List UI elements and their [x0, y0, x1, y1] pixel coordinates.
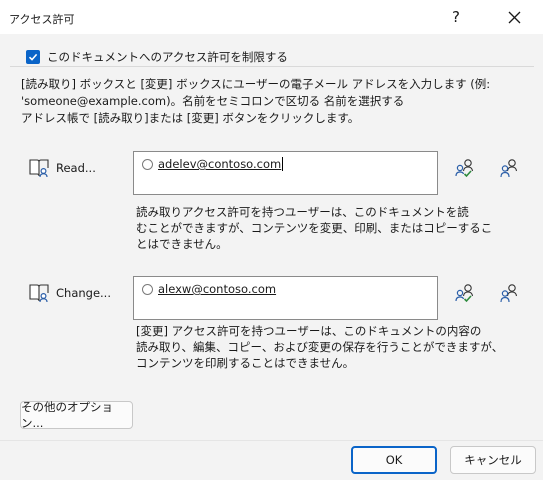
- read-description-line: 読み取りアクセス許可を持つユーザーは、このドキュメントを読: [136, 205, 469, 219]
- change-user-entry[interactable]: alexw@contoso.com: [142, 282, 276, 296]
- ok-button[interactable]: OK: [351, 446, 437, 474]
- change-check-names-button[interactable]: [454, 282, 476, 304]
- user-status-icon: [142, 158, 153, 170]
- users-icon: [500, 284, 518, 303]
- instructions-line: [読み取り] ボックスと [変更] ボックスにユーザーの電子メール アドレスを入…: [21, 77, 491, 91]
- read-button-label: Read...: [56, 161, 96, 175]
- separator: [10, 66, 534, 67]
- restrict-permission-option[interactable]: このドキュメントへのアクセス許可を制限する: [26, 49, 288, 65]
- help-button[interactable]: ?: [441, 4, 471, 30]
- change-description-line: [変更] アクセス許可を持つユーザーは、このドキュメントの内容の: [136, 324, 482, 338]
- close-button[interactable]: [497, 4, 531, 30]
- change-button[interactable]: Change...: [28, 282, 111, 304]
- change-user-email[interactable]: alexw@contoso.com: [158, 282, 276, 296]
- read-user-email[interactable]: adelev@contoso.com: [158, 157, 281, 171]
- read-users-field[interactable]: adelev@contoso.com: [133, 151, 438, 195]
- instructions-line: 'someone@example.com)。名前をセミコロンで区切る 名前を選択…: [21, 94, 405, 108]
- read-button[interactable]: Read...: [28, 157, 96, 179]
- change-button-label: Change...: [56, 286, 111, 300]
- help-icon: ?: [452, 8, 460, 26]
- change-description-line: コンテンツを印刷することはできません。: [136, 356, 355, 370]
- address-book-icon: [29, 159, 49, 178]
- check-names-icon: [455, 159, 474, 178]
- close-icon: [508, 11, 520, 23]
- cancel-button[interactable]: キャンセル: [450, 446, 536, 474]
- check-names-icon: [455, 284, 474, 303]
- change-description-line: 読み取り、編集、コピー、および変更の保存を行うことができますが、: [136, 340, 504, 354]
- change-description: [変更] アクセス許可を持つユーザーは、このドキュメントの内容の 読み取り、編集…: [136, 323, 504, 371]
- user-status-icon: [142, 283, 153, 295]
- users-icon: [500, 159, 518, 178]
- change-address-book-button[interactable]: [498, 282, 520, 304]
- more-options-button[interactable]: その他のオプション...: [20, 400, 133, 430]
- read-user-entry[interactable]: adelev@contoso.com: [142, 157, 284, 171]
- restrict-permission-checkbox[interactable]: [26, 50, 40, 64]
- checkmark-icon: [28, 53, 38, 61]
- read-description-line: むことができますが、コンテンツを変更、印刷、またはコピーするこ: [136, 221, 493, 235]
- restrict-permission-label[interactable]: このドキュメントへのアクセス許可を制限する: [47, 49, 288, 65]
- address-book-icon: [29, 284, 49, 303]
- change-users-field[interactable]: alexw@contoso.com: [133, 276, 438, 320]
- read-address-book-button[interactable]: [498, 157, 520, 179]
- read-description-line: とはできません。: [136, 237, 228, 251]
- read-description: 読み取りアクセス許可を持つユーザーは、このドキュメントを読 むことができますが、…: [136, 204, 493, 252]
- window-title: アクセス許可: [9, 13, 75, 26]
- title-bar: アクセス許可 ?: [0, 0, 543, 34]
- permission-dialog: アクセス許可 ? このドキュメントへのアクセス許可を制限する [読み取り] ボッ…: [0, 0, 543, 480]
- instructions-text: [読み取り] ボックスと [変更] ボックスにユーザーの電子メール アドレスを入…: [21, 76, 526, 127]
- read-check-names-button[interactable]: [454, 157, 476, 179]
- instructions-line: アドレス帳で [読み取り]または [変更] ボタンをクリックします。: [21, 111, 360, 125]
- text-cursor: [282, 157, 284, 171]
